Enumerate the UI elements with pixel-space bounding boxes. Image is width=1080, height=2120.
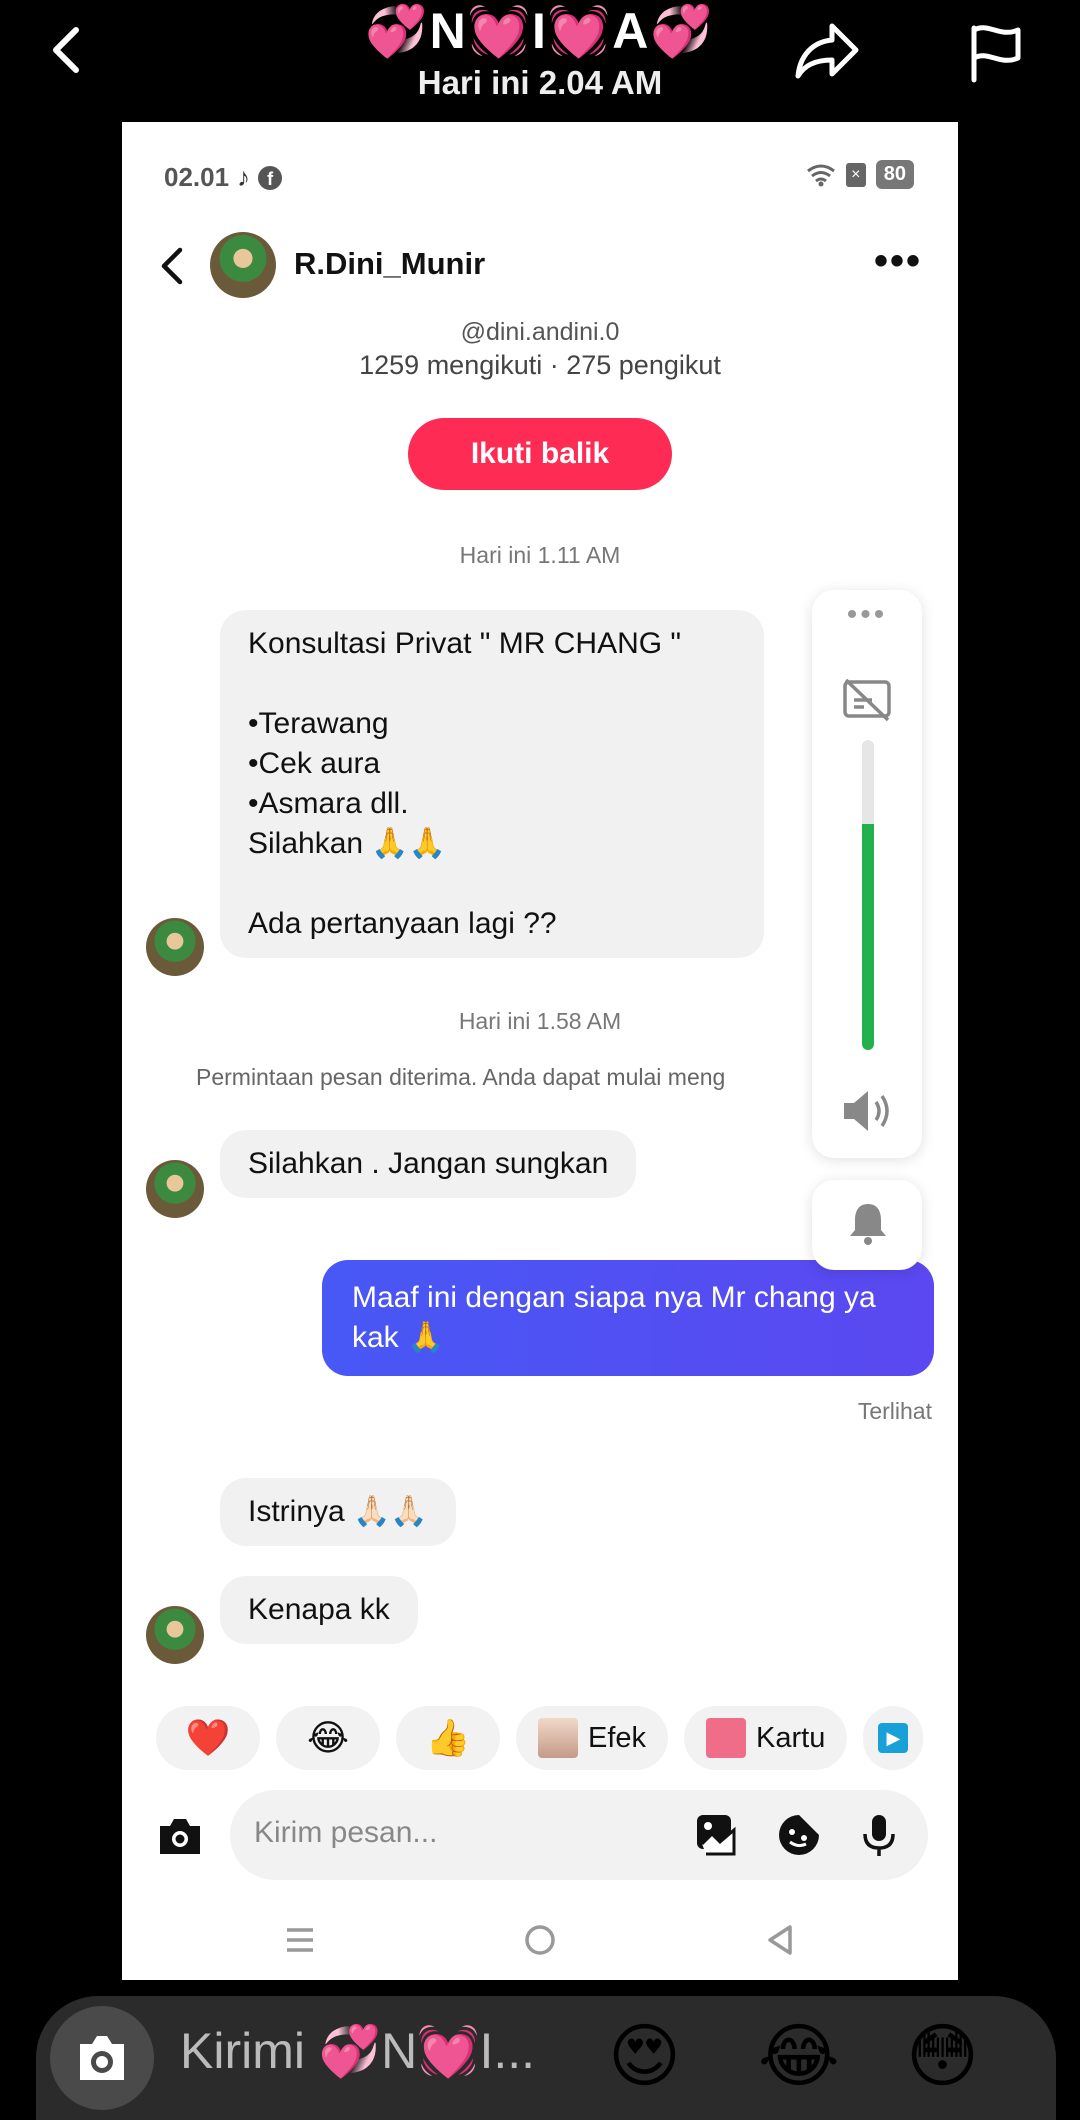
message-bubble: Silahkan . Jangan sungkan (220, 1130, 637, 1198)
volume-level (862, 823, 874, 1050)
more-icon[interactable]: ••• (812, 598, 922, 632)
quick-reply-laugh[interactable]: 😂 (276, 1706, 380, 1770)
outer-composer: Kirimi 💞N💓I... 😍 😂 😳 (36, 1996, 1056, 2120)
chip-label: Kartu (756, 1721, 826, 1754)
camera-icon[interactable] (156, 1814, 204, 1858)
status-bar: 02.01 ♪ f (164, 162, 283, 193)
gallery-icon[interactable] (694, 1812, 740, 1858)
phone-screenshot: 02.01 ♪ f × 80 R.Dini_Munir ••• @dini.an… (122, 122, 958, 1980)
outgoing-message-bubble: Maaf ini dengan siapa nya Mr chang ya ka… (322, 1260, 934, 1376)
outer-header: 💞N💓I💓A💞 Hari ini 2.04 AM (0, 0, 1080, 122)
quick-reply-effect[interactable]: Efek (516, 1706, 669, 1770)
message-bubble: Konsultasi Privat " MR CHANG " •Terawang… (220, 610, 764, 958)
quick-reply-card[interactable]: Kartu (684, 1706, 848, 1770)
back-nav-icon[interactable] (762, 1922, 798, 1958)
story-timestamp: Hari ini 2.04 AM (417, 64, 663, 101)
volume-slider[interactable] (862, 740, 874, 1050)
story-title: 💞N💓I💓A💞 (365, 3, 715, 59)
effect-thumbnail-icon (538, 1718, 578, 1758)
quick-reply-heart[interactable]: ❤️ (156, 1706, 260, 1770)
follow-back-button[interactable]: Ikuti balik (408, 418, 672, 490)
play-icon: ▶ (878, 1723, 909, 1753)
sticker-icon[interactable] (776, 1812, 822, 1858)
share-icon[interactable] (792, 18, 862, 82)
speaker-icon[interactable] (840, 1086, 894, 1136)
camera-icon (80, 2036, 124, 2080)
bell-icon[interactable] (846, 1200, 890, 1246)
sender-avatar[interactable] (146, 918, 204, 976)
chip-label: Efek (588, 1721, 647, 1754)
sender-avatar[interactable] (146, 1160, 204, 1218)
outer-message-input[interactable]: Kirimi 💞N💓I... (180, 2022, 535, 2081)
volume-panel: ••• (812, 590, 922, 1158)
timestamp: Hari ini 1.11 AM (459, 542, 621, 568)
microphone-icon[interactable] (856, 1812, 902, 1858)
menu-icon[interactable] (282, 1922, 318, 1958)
emoji-heart-eyes[interactable]: 😍 (608, 2016, 681, 2096)
quick-reply-row: ❤️ 😂 👍 Efek Kartu ▶ (156, 1706, 958, 1770)
emoji-tears-of-joy[interactable]: 😂 (758, 2016, 840, 2096)
tiktok-icon: ♪ (237, 162, 251, 192)
sender-avatar[interactable] (146, 1606, 204, 1664)
system-nav-bar (122, 1912, 958, 1972)
home-icon[interactable] (522, 1922, 558, 1958)
message-bubble: Istrinya 🙏🏻🙏🏻 (220, 1478, 456, 1546)
composer: Kirim pesan... (122, 1790, 958, 1882)
battery-indicator: 80 (875, 160, 914, 189)
message-input[interactable]: Kirim pesan... (230, 1790, 928, 1880)
chat-back-icon[interactable] (152, 244, 192, 288)
card-icon (706, 1718, 747, 1758)
wifi-icon (806, 164, 835, 186)
outer-camera-button[interactable] (50, 2006, 154, 2110)
more-icon[interactable]: ••• (874, 241, 922, 281)
system-note: Permintaan pesan diterima. Anda dapat mu… (196, 1064, 726, 1090)
quick-reply-video[interactable]: ▶ (863, 1706, 924, 1770)
contact-handle: @dini.andini.0 (460, 318, 620, 344)
message-input-placeholder: Kirim pesan... (254, 1816, 438, 1849)
notification-panel (812, 1180, 922, 1270)
avatar[interactable] (210, 232, 276, 298)
quick-reply-thumbs-up[interactable]: 👍 (396, 1706, 500, 1770)
status-icons: × 80 (806, 160, 914, 189)
captions-off-icon[interactable] (842, 678, 892, 722)
message-bubble: Kenapa kk (220, 1576, 418, 1644)
chat-header: R.Dini_Munir ••• (122, 222, 958, 312)
facebook-icon: f (258, 165, 283, 190)
emoji-flushed[interactable]: 😳 (906, 2016, 979, 2096)
follow-counts: 1259 mengikuti · 275 pengikut (359, 350, 721, 380)
status-time: 02.01 (164, 162, 230, 192)
contact-name[interactable]: R.Dini_Munir (294, 246, 485, 282)
no-sim-icon: × (845, 162, 866, 187)
flag-icon[interactable] (964, 22, 1026, 84)
seen-label: Terlihat (857, 1398, 932, 1424)
